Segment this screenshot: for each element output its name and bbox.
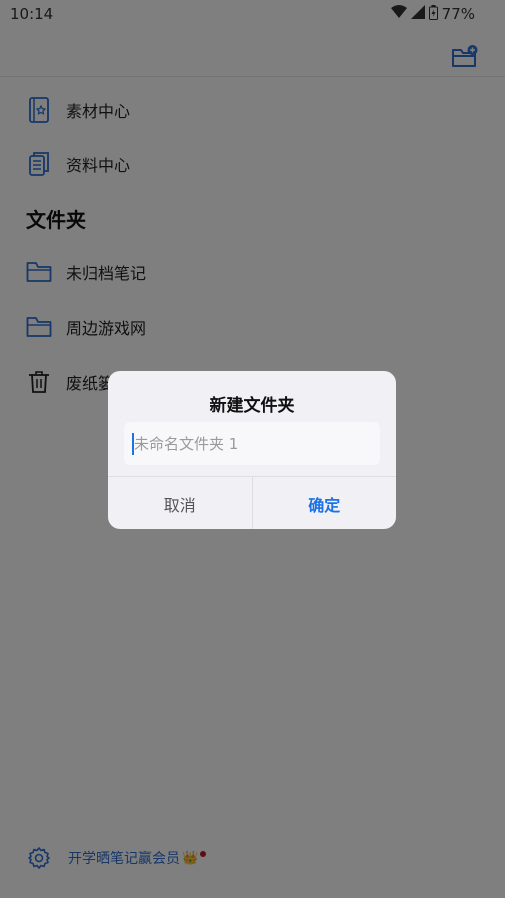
new-folder-dialog: 新建文件夹 取消 确定 bbox=[108, 371, 396, 529]
text-caret bbox=[132, 433, 134, 455]
cancel-button[interactable]: 取消 bbox=[108, 477, 253, 529]
folder-name-input[interactable] bbox=[124, 422, 380, 465]
confirm-button[interactable]: 确定 bbox=[253, 477, 397, 529]
dialog-actions: 取消 确定 bbox=[108, 476, 396, 529]
dialog-title: 新建文件夹 bbox=[209, 396, 295, 416]
